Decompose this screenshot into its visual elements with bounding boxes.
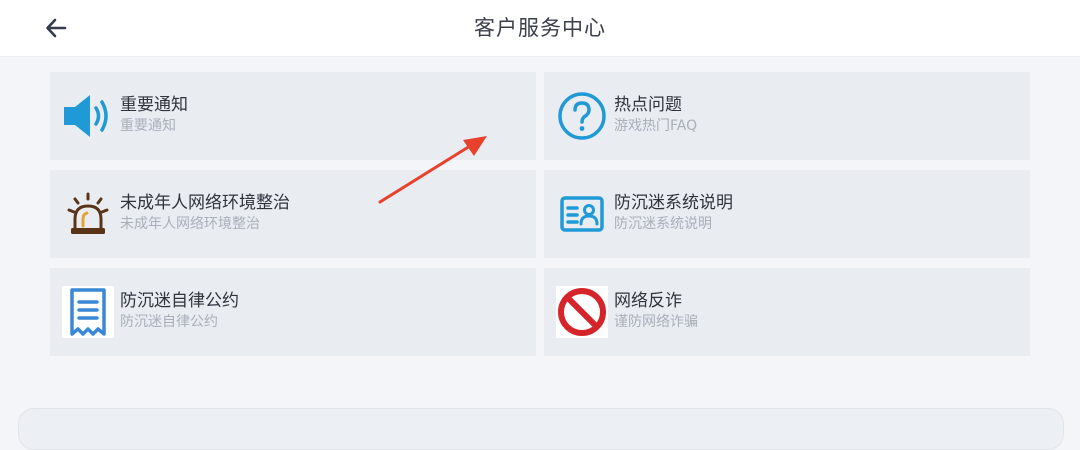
card-minor-environment[interactable]: 未成年人网络环境整治 未成年人网络环境整治 [50, 170, 536, 258]
card-hot-questions[interactable]: 热点问题 游戏热门FAQ [544, 72, 1030, 160]
card-anti-addiction-system[interactable]: 防沉迷系统说明 防沉迷系统说明 [544, 170, 1030, 258]
card-title: 热点问题 [614, 95, 682, 115]
service-grid: 重要通知 重要通知 热点问题 游戏热门FAQ 未成年人网络环境整治 未成年人网络… [50, 72, 1030, 356]
card-title: 网络反诈 [614, 291, 682, 311]
alarm-siren-icon [62, 188, 114, 240]
speaker-icon [62, 90, 114, 142]
id-card-icon [556, 188, 608, 240]
bottom-panel [18, 408, 1064, 450]
card-subtitle: 防沉迷系统说明 [614, 216, 712, 232]
card-subtitle: 防沉迷自律公约 [120, 314, 218, 330]
card-self-discipline-pact[interactable]: 防沉迷自律公约 防沉迷自律公约 [50, 268, 536, 356]
card-title: 防沉迷自律公约 [120, 291, 239, 311]
page-title: 客户服务中心 [474, 16, 606, 40]
card-anti-fraud[interactable]: 网络反诈 谨防网络诈骗 [544, 268, 1030, 356]
card-important-notice[interactable]: 重要通知 重要通知 [50, 72, 536, 160]
prohibited-icon [556, 286, 608, 338]
receipt-icon [62, 286, 114, 338]
card-subtitle: 未成年人网络环境整治 [120, 216, 260, 232]
question-circle-icon [556, 90, 608, 142]
card-title: 重要通知 [120, 95, 188, 115]
card-title: 防沉迷系统说明 [614, 193, 733, 213]
top-bar: 客户服务中心 [0, 0, 1080, 57]
card-subtitle: 重要通知 [120, 118, 176, 134]
card-subtitle: 谨防网络诈骗 [614, 314, 698, 330]
card-subtitle: 游戏热门FAQ [614, 118, 698, 134]
card-title: 未成年人网络环境整治 [120, 193, 290, 213]
